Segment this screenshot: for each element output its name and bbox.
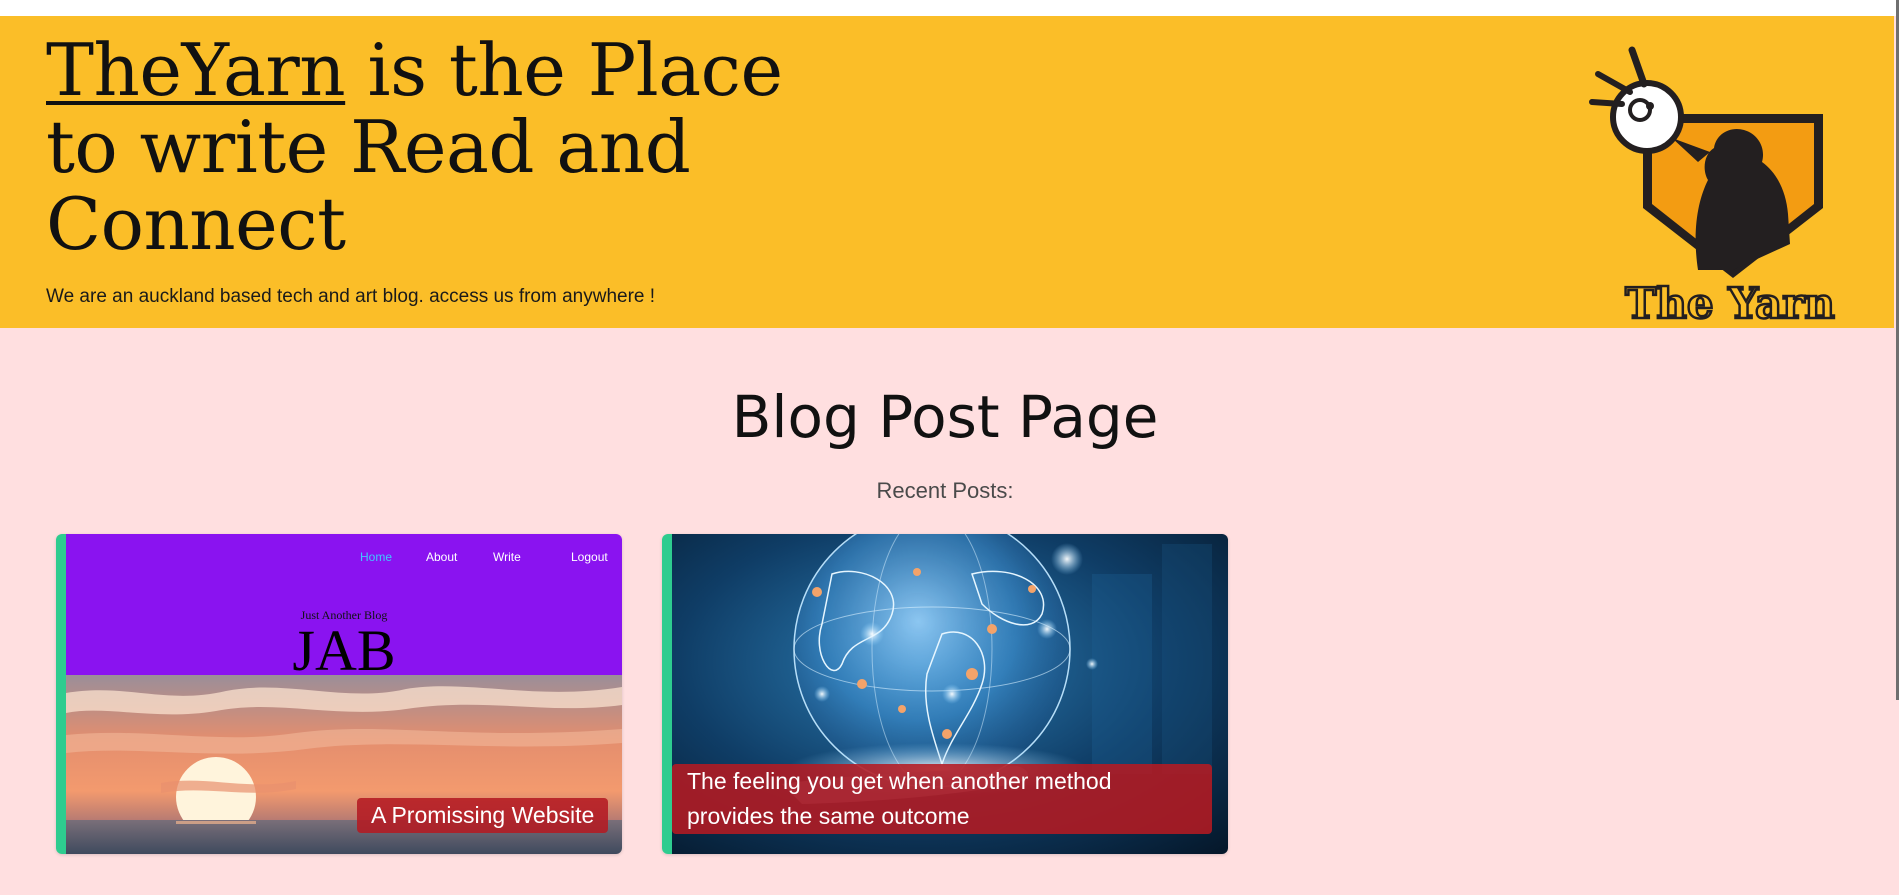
card-accent-bar (56, 534, 66, 854)
hero-subtitle: We are an auckland based tech and art bl… (46, 286, 656, 307)
hero-banner: TheYarn is the Place to write Read and C… (0, 16, 1894, 329)
logo-text: The Yarn (1625, 279, 1835, 328)
post-card[interactable]: The feeling you get when another method … (662, 534, 1228, 854)
preview-nav-home: Home (360, 550, 393, 564)
post-card[interactable]: Home About Write Logout Just Another Blo… (56, 534, 622, 854)
preview-nav-write: Write (493, 550, 521, 564)
card-accent-bar (662, 534, 672, 854)
preview-nav-logout: Logout (571, 550, 608, 564)
preview-nav-about: About (426, 550, 458, 564)
the-yarn-logo: The Yarn (1589, 46, 1836, 329)
top-strip (0, 0, 1899, 16)
recent-posts-label: Recent Posts: (876, 478, 1014, 503)
post-title[interactable]: A Promissing Website (357, 798, 609, 833)
brand-link[interactable]: TheYarn (46, 28, 346, 112)
hero-title: TheYarn is the Place to write Read and C… (46, 32, 806, 263)
page-title: Blog Post Page (731, 383, 1159, 451)
post-title[interactable]: The feeling you get when another method … (672, 764, 1212, 834)
preview-header: Home About Write Logout Just Another Blo… (66, 534, 622, 683)
